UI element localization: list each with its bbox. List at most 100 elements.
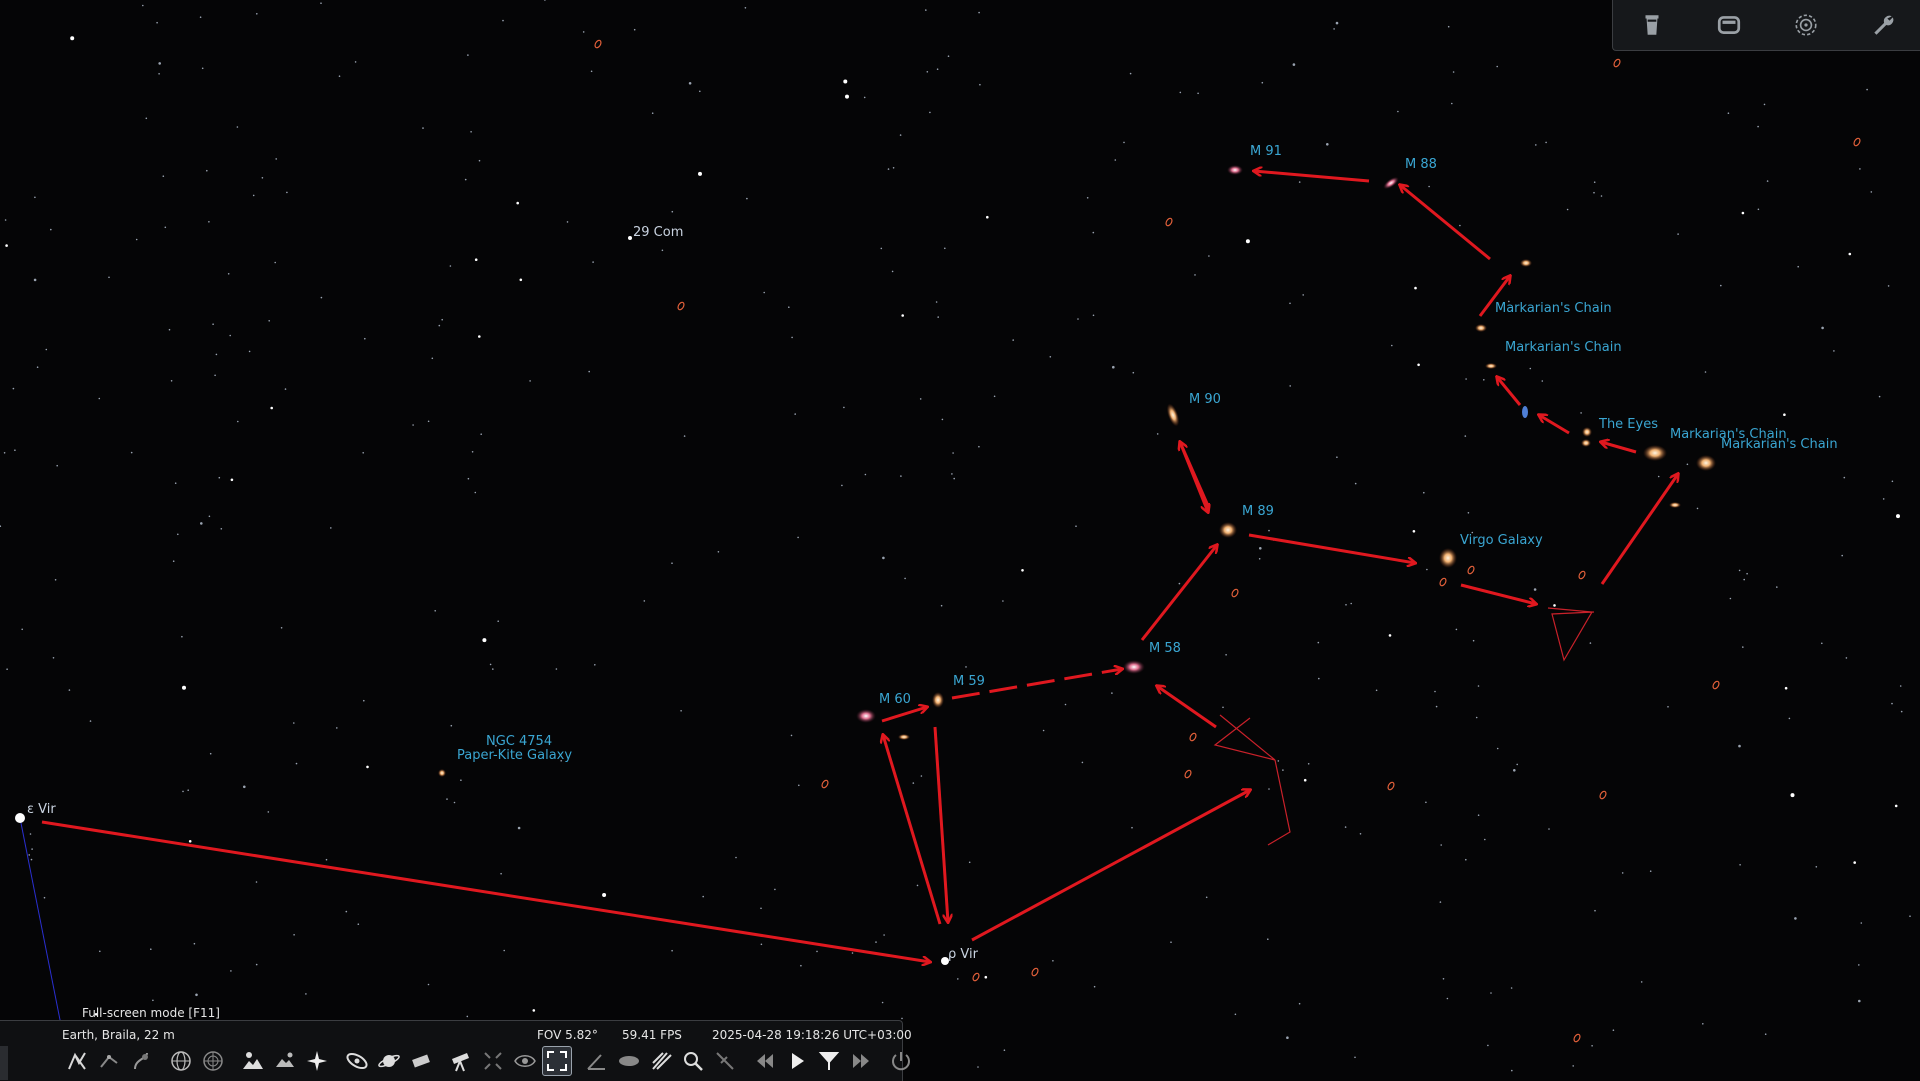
star [1350,602,1352,605]
star [1841,554,1843,557]
trash-button[interactable] [1632,5,1672,45]
label-m91[interactable]: M 91 [1250,144,1282,159]
quit-button[interactable] [886,1046,916,1076]
meteor-showers-button[interactable] [646,1046,676,1076]
fullscreen-button[interactable] [542,1046,572,1076]
label-ngc-4754[interactable]: NGC 4754 [486,734,552,749]
star [760,907,762,910]
telescope-icon [452,1053,469,1072]
star [31,848,33,850]
satellites-button[interactable] [406,1046,436,1076]
star [1423,491,1425,494]
star [446,798,448,800]
sky-view[interactable] [0,0,1920,1080]
star [926,71,929,73]
star [174,482,177,485]
star [1259,547,1262,550]
star [1286,1036,1289,1039]
exoplanets-button[interactable] [614,1046,644,1076]
star [220,528,223,530]
star [1566,208,1569,211]
top-toolbar [1612,0,1920,51]
telescope-button[interactable] [446,1046,476,1076]
star [1821,326,1824,330]
azimuthal-grid-button[interactable] [198,1046,228,1076]
label-m58[interactable]: M 58 [1149,641,1181,656]
star [1455,628,1458,631]
angle-icon [587,1054,605,1070]
constellation-lines-button[interactable] [62,1046,92,1076]
star [699,90,701,93]
label-m88[interactable]: M 88 [1405,157,1437,172]
star [883,934,885,936]
star [1268,788,1270,790]
atmosphere-button[interactable] [270,1046,300,1076]
star [45,348,48,351]
label-m89[interactable]: M 89 [1242,504,1274,519]
star [4,219,7,221]
label-markarians-chain-1[interactable]: Markarian's Chain [1495,301,1612,316]
real-time-button[interactable] [814,1046,844,1076]
star [1621,872,1624,874]
label-markarians-chain-2[interactable]: Markarian's Chain [1505,340,1622,355]
visibility-button[interactable] [510,1046,540,1076]
target-button[interactable] [1786,5,1826,45]
star [206,169,208,172]
wrench-button[interactable] [1863,5,1903,45]
catalog-marker [594,39,602,49]
label-virgo-galaxy[interactable]: Virgo Galaxy [1460,533,1543,548]
star [925,9,927,11]
star [965,666,967,668]
planets-button[interactable] [374,1046,404,1076]
star [474,491,477,494]
rewind-button[interactable] [750,1046,780,1076]
star [816,950,818,953]
nebulae-button[interactable] [342,1046,372,1076]
label-m90[interactable]: M 90 [1189,392,1221,407]
star [1156,433,1159,435]
star [1548,828,1550,830]
star [12,387,15,390]
star [901,1017,903,1020]
equatorial-grid-button[interactable] [166,1046,196,1076]
star [1465,858,1467,861]
fast-forward-button[interactable] [846,1046,876,1076]
star [900,475,902,477]
fov-status: FOV 5.82° [537,1028,598,1042]
star [156,21,158,24]
label-m59[interactable]: M 59 [953,674,985,689]
constellation-figures-button[interactable] [126,1046,156,1076]
star [150,948,152,950]
star [978,11,980,14]
star [1179,91,1182,94]
cardinal-points-button[interactable] [302,1046,332,1076]
star [1763,103,1766,106]
star [1738,744,1741,748]
star [480,433,483,436]
star [798,784,800,787]
bar-corner-handle[interactable] [0,1046,8,1080]
star [427,420,430,423]
star [1746,572,1748,575]
label-29-com[interactable]: 29 Com [633,225,683,240]
label-markarians-chain-4[interactable]: Markarian's Chain [1721,437,1838,452]
window-button[interactable] [1709,5,1749,45]
star [517,826,521,830]
constellation-art-button[interactable] [94,1046,124,1076]
ocular-button[interactable] [478,1046,508,1076]
label-paper-kite-galaxy[interactable]: Paper-Kite Galaxy [457,748,572,763]
star [236,126,239,128]
star [471,451,474,453]
meteor-search-button[interactable] [678,1046,708,1076]
label-epsilon-vir[interactable]: ε Vir [27,802,56,817]
label-rho-vir[interactable]: ρ Vir [948,947,978,962]
angle-measure-button[interactable] [582,1046,612,1076]
ground-button[interactable] [238,1046,268,1076]
catalog-marker [1599,790,1607,800]
star [698,171,702,176]
label-m60[interactable]: M 60 [879,692,911,707]
play-button[interactable] [782,1046,812,1076]
label-the-eyes[interactable]: The Eyes [1599,417,1658,432]
star [1477,685,1480,687]
satellite-hints-button[interactable] [710,1046,740,1076]
